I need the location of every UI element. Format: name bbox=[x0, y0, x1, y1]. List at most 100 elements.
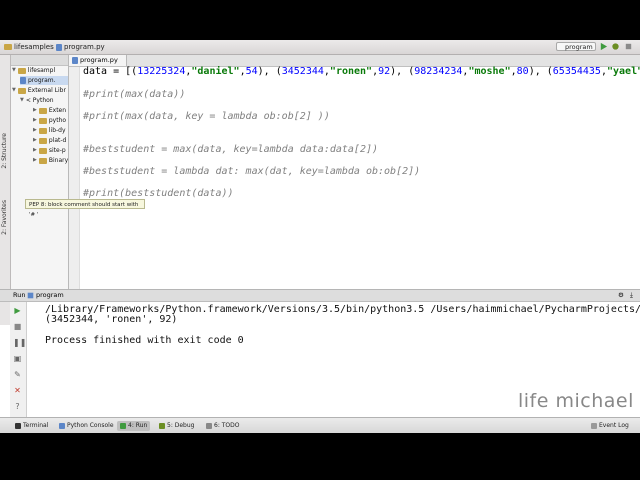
breadcrumb-file-label: program.py bbox=[64, 43, 105, 51]
tab-label: Terminal bbox=[23, 422, 49, 429]
structure-tool-button[interactable]: 2: Structure bbox=[1, 133, 9, 169]
python-file-icon bbox=[20, 77, 26, 84]
tab-todo[interactable]: 6: TODO bbox=[203, 421, 242, 431]
folder-icon bbox=[4, 44, 12, 50]
pause-icon[interactable]: ❚❚ bbox=[13, 338, 26, 347]
folder-icon bbox=[38, 147, 47, 154]
run-panel-header: Run program ⚙ ⤓ bbox=[0, 289, 640, 302]
console-line: (3452344, 'ronen', 92) bbox=[45, 314, 178, 325]
pep8-warning-tooltip: PEP 8: block comment should start with '… bbox=[25, 199, 145, 218]
tree-item-root[interactable]: ▼ lifesampl bbox=[12, 66, 55, 75]
folder-icon bbox=[38, 137, 47, 144]
tree-item-label: plat-d bbox=[48, 137, 67, 144]
python-console-icon bbox=[59, 423, 65, 429]
event-log-button[interactable]: Event Log bbox=[588, 421, 632, 431]
tree-item-site-packages[interactable]: ▶ site-p bbox=[33, 146, 66, 155]
tree-item-external-libraries[interactable]: ▼ External Libr bbox=[12, 86, 66, 95]
tree-item-label: program. bbox=[28, 77, 56, 84]
tab-label: 4: Run bbox=[128, 422, 148, 429]
run-panel-toolbar: ▶ ■ ❚❚ ▣ ✎ ✕ ? bbox=[10, 302, 27, 417]
code-line-data: data = [(13225324,"daniel",54), (3452344… bbox=[83, 66, 640, 77]
tab-python-console[interactable]: Python Console bbox=[56, 421, 117, 431]
debug-icon bbox=[159, 423, 165, 429]
editor-tab-program[interactable]: program.py bbox=[69, 55, 127, 66]
library-icon bbox=[17, 87, 26, 94]
restore-layout-icon[interactable]: ▣ bbox=[13, 354, 22, 363]
terminal-icon bbox=[15, 423, 21, 429]
tree-item-plat-darwin[interactable]: ▶ plat-d bbox=[33, 136, 66, 145]
folder-icon bbox=[38, 157, 47, 164]
python-file-icon bbox=[72, 57, 78, 64]
stop-icon[interactable]: ■ bbox=[13, 322, 22, 331]
code-number: 80 bbox=[516, 66, 529, 77]
expand-arrow-icon: ▼ bbox=[20, 97, 24, 103]
breadcrumb-project-label: lifesamples bbox=[14, 43, 54, 51]
close-icon[interactable]: ✕ bbox=[13, 386, 22, 395]
code-number: 13225324 bbox=[137, 66, 186, 77]
code-number: 65354435 bbox=[552, 66, 601, 77]
code-number: 98234234 bbox=[414, 66, 463, 77]
code-number: 92 bbox=[378, 66, 391, 77]
tree-item-label: lib-dy bbox=[48, 127, 66, 134]
code-string: "moshe" bbox=[468, 66, 511, 77]
breadcrumb-project[interactable]: lifesamples bbox=[4, 42, 54, 52]
tool-window-bar: Terminal Python Console 4: Run 5: Debug … bbox=[0, 417, 640, 433]
folder-icon bbox=[17, 67, 26, 74]
tree-item-label: External Libr bbox=[27, 87, 66, 94]
breadcrumb-file[interactable]: program.py bbox=[56, 42, 105, 52]
pin-icon[interactable]: ✎ bbox=[13, 370, 22, 379]
tab-terminal[interactable]: Terminal bbox=[12, 421, 51, 431]
code-editor[interactable]: data = [(13225324,"daniel",54), (3452344… bbox=[83, 66, 640, 325]
tree-item-python-sdk[interactable]: ▼ < Python bbox=[20, 96, 54, 105]
favorites-tool-button[interactable]: 2: Favorites bbox=[1, 200, 9, 235]
debug-icon[interactable] bbox=[611, 42, 620, 51]
tab-debug[interactable]: 5: Debug bbox=[156, 421, 197, 431]
help-icon[interactable]: ? bbox=[13, 402, 22, 411]
folder-icon bbox=[38, 107, 47, 114]
code-string: "ronen" bbox=[329, 66, 373, 77]
collapse-arrow-icon: ▶ bbox=[33, 137, 37, 143]
todo-icon bbox=[206, 423, 212, 429]
run-config-label: program bbox=[36, 291, 64, 299]
expand-arrow-icon: ▼ bbox=[12, 67, 16, 73]
code-line-comment: #print(beststudent(data)) bbox=[83, 188, 234, 199]
tree-item-program-file[interactable]: program. bbox=[20, 76, 68, 85]
run-configuration-label: program bbox=[565, 43, 593, 51]
console-line: Process finished with exit code 0 bbox=[45, 335, 244, 346]
folder-icon bbox=[38, 117, 47, 124]
collapse-arrow-icon: ▶ bbox=[33, 147, 37, 153]
tab-label: Python Console bbox=[67, 422, 114, 429]
tree-item-python-lib[interactable]: ▶ pytho bbox=[33, 116, 66, 125]
tree-item-lib-dynload[interactable]: ▶ lib-dy bbox=[33, 126, 66, 135]
tree-item-extensions[interactable]: ▶ Exten bbox=[33, 106, 66, 115]
hide-panel-icon[interactable]: ⤓ bbox=[630, 290, 633, 301]
settings-icon[interactable]: ⚙ bbox=[618, 290, 624, 301]
tree-item-label: pytho bbox=[48, 117, 67, 124]
code-line-comment: #print(max(data)) bbox=[83, 89, 186, 100]
breadcrumb-separator: › bbox=[50, 42, 53, 50]
ide-window: lifesamples › program.py program 2: Stru… bbox=[0, 40, 640, 433]
tree-item-label: Binary bbox=[48, 157, 69, 164]
run-icon[interactable] bbox=[599, 42, 608, 51]
project-panel-header bbox=[11, 55, 68, 66]
tree-item-label: < Python bbox=[25, 97, 54, 104]
run-icon bbox=[120, 423, 126, 429]
code-number: 3452344 bbox=[281, 66, 324, 77]
rerun-icon[interactable]: ▶ bbox=[13, 306, 22, 315]
code-line-comment: #beststudent = lambda dat: max(dat, key=… bbox=[83, 166, 421, 177]
collapse-arrow-icon: ▶ bbox=[33, 107, 37, 113]
code-line-comment: #print(max(data, key = lambda ob:ob[2] )… bbox=[83, 111, 330, 122]
tab-label: 5: Debug bbox=[167, 422, 195, 429]
tab-run[interactable]: 4: Run bbox=[117, 421, 151, 431]
watermark: life michael bbox=[518, 390, 634, 412]
code-string: "daniel" bbox=[191, 66, 240, 77]
collapse-arrow-icon: ▶ bbox=[33, 127, 37, 133]
run-panel-title: Run bbox=[13, 291, 26, 299]
stop-icon[interactable] bbox=[624, 42, 633, 51]
collapse-arrow-icon: ▶ bbox=[33, 157, 37, 163]
run-configuration-select[interactable]: program bbox=[556, 42, 596, 51]
event-log-label: Event Log bbox=[599, 422, 629, 429]
python-config-icon bbox=[27, 292, 34, 299]
tree-item-binary-skeletons[interactable]: ▶ Binary bbox=[33, 156, 68, 165]
code-string: "yael" bbox=[606, 66, 640, 77]
